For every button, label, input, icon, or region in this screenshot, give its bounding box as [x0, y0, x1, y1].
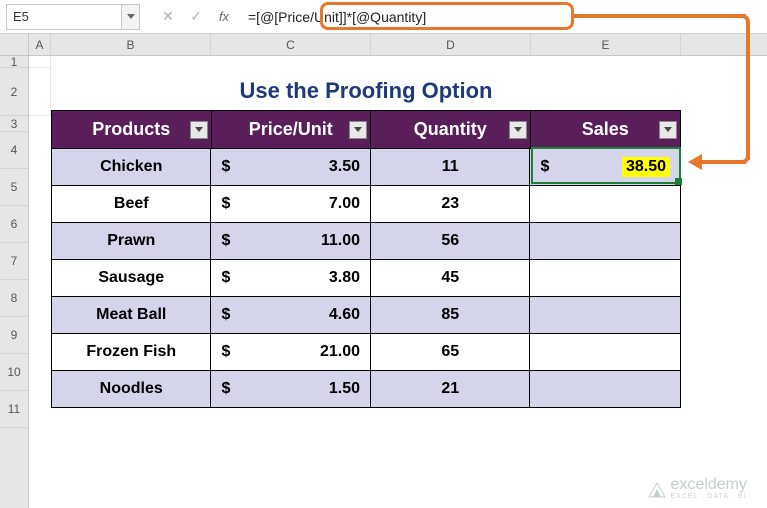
watermark-brand: exceldemy	[671, 477, 747, 493]
row-header-10[interactable]: 10	[0, 354, 28, 391]
row-header-4[interactable]: 4	[0, 132, 28, 169]
cell-product[interactable]: Sausage	[52, 259, 211, 296]
table-row: Beef $7.00 23	[52, 185, 680, 222]
worksheet: 1 2 3 4 5 6 7 8 9 10 11 A B C D E Use th…	[0, 34, 767, 508]
cell-qty[interactable]: 23	[371, 185, 530, 222]
chevron-down-icon	[514, 127, 522, 132]
cell-qty[interactable]: 11	[371, 148, 530, 185]
row-header-1[interactable]: 1	[0, 56, 28, 68]
col-header-a[interactable]: A	[29, 34, 51, 55]
cell-product[interactable]: Prawn	[52, 222, 211, 259]
formula-bar-buttons: ✕ ✓ fx	[154, 4, 238, 30]
formula-bar: E5 ✕ ✓ fx	[0, 0, 767, 34]
cell-product[interactable]: Noodles	[52, 370, 211, 407]
name-box-dropdown[interactable]	[122, 4, 140, 30]
cell-sales[interactable]	[530, 185, 680, 222]
cell-product[interactable]: Beef	[52, 185, 211, 222]
row-header-8[interactable]: 8	[0, 280, 28, 317]
col-header-b[interactable]: B	[51, 34, 211, 55]
column-headers: A B C D E	[29, 34, 767, 56]
header-price: Price/Unit	[212, 111, 372, 148]
header-quantity: Quantity	[371, 111, 531, 148]
table-row: Prawn $11.00 56	[52, 222, 680, 259]
row-header-11[interactable]: 11	[0, 391, 28, 428]
header-price-label: Price/Unit	[249, 119, 333, 140]
logo-icon	[647, 479, 667, 499]
content-rows: Use the Proofing Option	[29, 56, 767, 116]
row-header-3[interactable]: 3	[0, 116, 28, 132]
table-row: Frozen Fish $21.00 65	[52, 333, 680, 370]
cell-price[interactable]: $4.60	[211, 296, 371, 333]
name-box[interactable]: E5	[6, 4, 122, 30]
chevron-down-icon	[127, 14, 135, 19]
filter-button-products[interactable]	[190, 121, 208, 139]
cell-price[interactable]: $11.00	[211, 222, 371, 259]
cell-price[interactable]: $3.50	[211, 148, 371, 185]
cell-price[interactable]: $21.00	[211, 333, 371, 370]
row-headers: 1 2 3 4 5 6 7 8 9 10 11	[0, 34, 29, 508]
table-header-row: Products Price/Unit Quantity Sales	[52, 111, 680, 148]
header-quantity-label: Quantity	[414, 119, 487, 140]
col-header-e[interactable]: E	[531, 34, 681, 55]
watermark-tag: EXCEL · DATA · BI	[671, 493, 747, 500]
cell-product[interactable]: Chicken	[52, 148, 211, 185]
cell-price[interactable]: $3.80	[211, 259, 371, 296]
cancel-icon[interactable]: ✕	[154, 4, 182, 30]
cell-product[interactable]: Frozen Fish	[52, 333, 211, 370]
grid-body: A B C D E Use the Proofing Option Produc…	[29, 34, 767, 508]
cell-sales[interactable]	[530, 259, 680, 296]
chevron-down-icon	[664, 127, 672, 132]
row-header-6[interactable]: 6	[0, 206, 28, 243]
row-header-5[interactable]: 5	[0, 169, 28, 206]
highlighted-result: 38.50	[622, 157, 670, 177]
table-row: Noodles $1.50 21	[52, 370, 680, 407]
chevron-down-icon	[195, 127, 203, 132]
row-header-2[interactable]: 2	[0, 68, 28, 116]
formula-input[interactable]	[238, 4, 767, 30]
filter-button-quantity[interactable]	[509, 121, 527, 139]
row-header-7[interactable]: 7	[0, 243, 28, 280]
cell-sales[interactable]	[530, 370, 680, 407]
cell-qty[interactable]: 45	[371, 259, 530, 296]
chevron-down-icon	[354, 127, 362, 132]
table-row: Sausage $3.80 45	[52, 259, 680, 296]
cell-sales[interactable]	[530, 333, 680, 370]
table-row: Chicken $3.50 11 $38.50	[52, 148, 680, 185]
enter-icon[interactable]: ✓	[182, 4, 210, 30]
cell-sales[interactable]: $38.50	[530, 148, 680, 185]
cell-product[interactable]: Meat Ball	[52, 296, 211, 333]
data-table: Products Price/Unit Quantity Sales Chick	[51, 110, 681, 408]
cell-sales[interactable]	[530, 296, 680, 333]
col-header-d[interactable]: D	[371, 34, 531, 55]
fx-icon[interactable]: fx	[210, 4, 238, 30]
row-header-9[interactable]: 9	[0, 317, 28, 354]
header-sales: Sales	[531, 111, 681, 148]
cell-qty[interactable]: 65	[371, 333, 530, 370]
header-products-label: Products	[92, 119, 170, 140]
col-header-c[interactable]: C	[211, 34, 371, 55]
page-title: Use the Proofing Option	[51, 68, 681, 116]
cell-sales[interactable]	[530, 222, 680, 259]
select-all-corner[interactable]	[0, 34, 28, 56]
cell-qty[interactable]: 85	[371, 296, 530, 333]
header-products: Products	[52, 111, 212, 148]
filter-button-sales[interactable]	[659, 121, 677, 139]
cell-price[interactable]: $7.00	[211, 185, 371, 222]
cell-qty[interactable]: 56	[371, 222, 530, 259]
cell-qty[interactable]: 21	[371, 370, 530, 407]
filter-button-price[interactable]	[349, 121, 367, 139]
table-row: Meat Ball $4.60 85	[52, 296, 680, 333]
header-sales-label: Sales	[582, 119, 629, 140]
watermark: exceldemy EXCEL · DATA · BI	[647, 477, 747, 500]
cell-price[interactable]: $1.50	[211, 370, 371, 407]
